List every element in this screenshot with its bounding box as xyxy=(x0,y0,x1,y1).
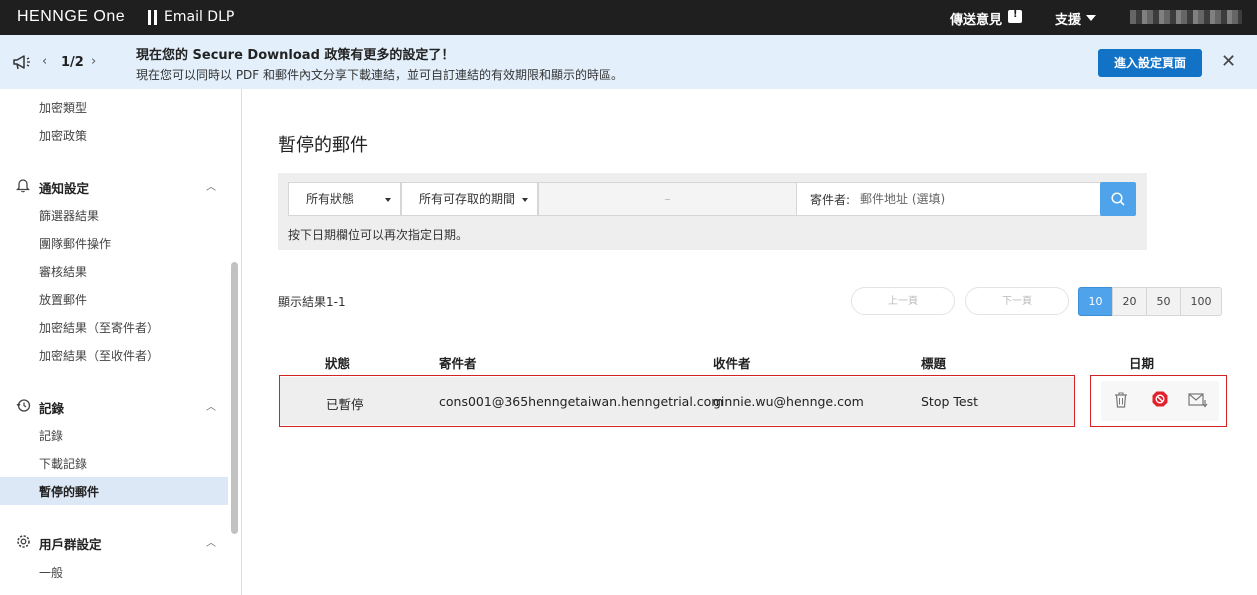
period-select-value: 所有可存取的期間 xyxy=(419,192,516,206)
status-select-value: 所有狀態 xyxy=(306,192,355,206)
chevron-down-icon[interactable] xyxy=(1086,15,1096,21)
column-header-recipient[interactable]: 收件者 xyxy=(713,353,751,372)
search-button[interactable] xyxy=(1100,182,1136,216)
page-size-50[interactable]: 50 xyxy=(1146,287,1181,316)
cell-sender: cons001@365henngetaiwan.henngetrial.com xyxy=(439,394,724,409)
user-account-menu[interactable] xyxy=(1130,10,1242,24)
trash-icon[interactable] xyxy=(1113,391,1129,409)
filter-hint: 按下日期欄位可以再次指定日期。 xyxy=(288,228,469,242)
cell-status: 已暫停 xyxy=(326,397,364,412)
cell-subject: Stop Test xyxy=(921,394,979,409)
sidebar: 加密類型 加密政策 通知設定 ︿ 篩選器結果 團隊郵件操作 審核結果 放置郵件 … xyxy=(0,89,242,595)
go-to-settings-button[interactable]: 進入設定頁面 xyxy=(1098,49,1202,77)
brand-logo[interactable]: HENNGE One xyxy=(17,8,125,26)
chevron-up-icon[interactable]: ︿ xyxy=(206,534,216,549)
prev-page-button[interactable]: 上一頁 xyxy=(851,287,955,315)
banner-pager-count: 1/2 xyxy=(61,55,84,70)
results-count: 顯示結果1-1 xyxy=(278,295,346,309)
search-icon xyxy=(1111,192,1125,206)
period-select[interactable]: 所有可存取的期間 xyxy=(401,182,538,216)
sidebar-scrollbar-thumb[interactable] xyxy=(231,262,238,534)
close-icon[interactable]: ✕ xyxy=(1221,53,1236,71)
sidebar-item-team-mail-ops[interactable]: 團隊郵件操作 xyxy=(39,235,111,252)
sidebar-item-encrypt-result-sender[interactable]: 加密結果（至寄件者） xyxy=(39,319,159,336)
sidebar-section-notifications[interactable]: 通知設定 xyxy=(39,178,89,197)
banner-title: 現在您的 Secure Download 政策有更多的設定了！ xyxy=(136,48,455,63)
page-title: 暫停的郵件 xyxy=(278,135,368,156)
sidebar-item-encryption-policy[interactable]: 加密政策 xyxy=(39,127,87,144)
page-size-20[interactable]: 20 xyxy=(1112,287,1147,316)
banner-prev-button[interactable]: ‹ xyxy=(42,54,47,69)
column-header-status[interactable]: 狀態 xyxy=(325,353,350,372)
status-select[interactable]: 所有狀態 xyxy=(288,182,401,216)
sidebar-section-group-settings[interactable]: 用戶群設定 xyxy=(39,534,102,553)
next-page-button[interactable]: 下一頁 xyxy=(965,287,1069,315)
cell-recipient: ginnie.wu@hennge.com xyxy=(713,394,864,409)
chevron-up-icon[interactable]: ︿ xyxy=(206,178,216,193)
sidebar-item-general[interactable]: 一般 xyxy=(39,564,63,581)
banner-text: 現在您可以同時以 PDF 和郵件內文分享下載連結，並可自訂連結的有效期限和顯示的… xyxy=(136,68,624,82)
sender-email-input[interactable] xyxy=(860,188,1090,210)
sidebar-item-encryption-type[interactable]: 加密類型 xyxy=(39,99,87,116)
gear-icon xyxy=(17,535,30,548)
app-divider-icon xyxy=(148,10,157,25)
page-size-10[interactable]: 10 xyxy=(1078,287,1113,316)
app-name: Email DLP xyxy=(164,9,235,25)
caret-down-icon xyxy=(385,198,391,202)
sidebar-active-highlight xyxy=(0,477,228,505)
sidebar-item-filter-results[interactable]: 篩選器結果 xyxy=(39,207,99,224)
banner-next-button[interactable]: › xyxy=(91,54,96,69)
column-header-subject[interactable]: 標題 xyxy=(921,353,946,372)
top-bar: HENNGE One Email DLP 傳送意見 支援 xyxy=(0,0,1257,35)
date-range-field[interactable]: – xyxy=(538,182,797,216)
mail-release-icon[interactable] xyxy=(1188,392,1208,408)
megaphone-icon xyxy=(13,55,30,70)
sidebar-item-suspended-mail[interactable]: 暫停的郵件 xyxy=(39,483,99,500)
column-header-sender[interactable]: 寄件者 xyxy=(439,353,477,372)
sidebar-item-encrypt-result-recipient[interactable]: 加密結果（至收件者） xyxy=(39,347,159,364)
column-header-date[interactable]: 日期 xyxy=(1129,353,1154,372)
sidebar-section-logs[interactable]: 記錄 xyxy=(39,398,64,417)
caret-down-icon xyxy=(522,198,528,202)
sender-label: 寄件者: xyxy=(810,193,851,207)
history-icon xyxy=(16,399,31,412)
feedback-icon[interactable] xyxy=(1008,9,1022,23)
feedback-link[interactable]: 傳送意見 xyxy=(950,9,1002,28)
bell-icon xyxy=(16,179,30,193)
sidebar-item-download-logs[interactable]: 下載記錄 xyxy=(39,455,87,472)
support-menu[interactable]: 支援 xyxy=(1055,9,1081,28)
chevron-up-icon[interactable]: ︿ xyxy=(206,398,216,413)
sidebar-item-logs[interactable]: 記錄 xyxy=(39,427,63,444)
sidebar-item-review-results[interactable]: 審核結果 xyxy=(39,263,87,280)
page-size-100[interactable]: 100 xyxy=(1180,287,1222,316)
sidebar-item-held-mail[interactable]: 放置郵件 xyxy=(39,291,87,308)
stop-sign-icon[interactable] xyxy=(1151,390,1169,408)
